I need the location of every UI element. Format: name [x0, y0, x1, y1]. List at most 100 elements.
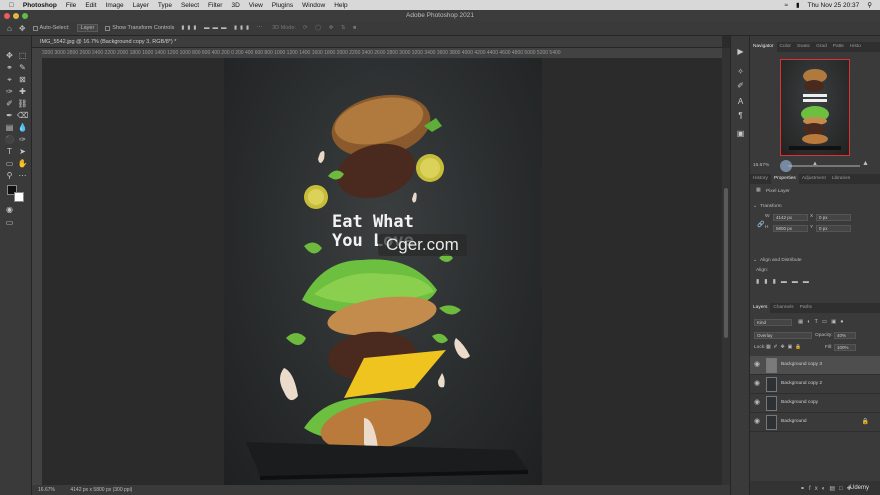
align-icons[interactable]: ▮▮▮ ▬▬▬ ▮▮▮ ⋯	[181, 25, 265, 31]
close-window-button[interactable]	[4, 13, 10, 19]
pen-icon[interactable]: ✑	[17, 134, 28, 145]
battery-icon[interactable]: ▮	[796, 1, 800, 9]
more-tools-icon[interactable]: ⋯	[17, 170, 28, 181]
lasso-icon[interactable]: ⚭	[4, 62, 15, 73]
layer-kind-filter[interactable]: Kind	[754, 319, 792, 326]
vertical-ruler[interactable]	[32, 48, 42, 485]
wifi-icon[interactable]: ≈	[784, 2, 788, 9]
hand-icon[interactable]: ✋	[17, 158, 28, 169]
marquee-icon[interactable]: ⬚	[17, 50, 28, 61]
quick-select-icon[interactable]: ✎	[17, 62, 28, 73]
tab-navigator[interactable]: Navigator	[750, 42, 777, 52]
link-icon[interactable]: 🔗	[757, 221, 764, 228]
eyedropper-icon[interactable]: ✑	[4, 86, 15, 97]
shape-icon[interactable]: ▭	[4, 158, 15, 169]
play-icon[interactable]: ▶	[735, 46, 746, 57]
layer-row[interactable]: ◉ Background copy	[750, 394, 880, 413]
blend-mode-dropdown[interactable]: Overlay	[754, 332, 812, 339]
menu-3d[interactable]: 3D	[231, 2, 239, 9]
quick-mask-icon[interactable]: ◉	[4, 204, 15, 215]
move-tool-icon[interactable]: ✥	[19, 24, 26, 33]
clock[interactable]: Thu Nov 25 20:37	[808, 2, 860, 9]
lock-icons[interactable]: ▦✐✥▣🔒	[766, 345, 804, 350]
gradient-icon[interactable]: ▤	[4, 122, 15, 133]
auto-select-checkbox[interactable]: Auto-Select:	[32, 25, 70, 31]
tab-channels[interactable]: Channels	[770, 303, 796, 313]
fill-field[interactable]: 100%	[834, 344, 856, 351]
apple-icon[interactable]: 	[9, 2, 14, 9]
visibility-eye-icon[interactable]: ◉	[754, 418, 762, 426]
document-tab[interactable]: IMG_5542.jpg @ 16.7% (Background copy 3,…	[32, 36, 722, 48]
zoom-status[interactable]: 16.67%	[38, 487, 55, 493]
x-field[interactable]: 0 px	[816, 214, 851, 221]
width-field[interactable]: 4142 px	[773, 214, 808, 221]
tab-swatches[interactable]: Swatc	[794, 42, 813, 52]
poster-image[interactable]: Eat What You Love	[224, 58, 542, 485]
menu-edit[interactable]: Edit	[85, 2, 96, 9]
lock-icon[interactable]: 🔒	[862, 418, 869, 425]
layer-row[interactable]: ◉ Background copy 3	[750, 356, 880, 375]
cube-icon[interactable]: ▣	[735, 128, 746, 139]
3d-icons[interactable]: ⟳ ◯ ✥ ⇅ ■	[303, 25, 359, 31]
scroll-thumb[interactable]	[724, 188, 728, 338]
auto-select-dropdown[interactable]: Layer	[76, 24, 99, 32]
brush-settings-icon[interactable]: ✐	[735, 80, 746, 91]
tab-gradients[interactable]: Grad	[813, 42, 830, 52]
layer-filter-icons[interactable]: ▦◐T▭▣●	[798, 319, 848, 325]
tab-libraries[interactable]: Libraries	[829, 174, 853, 184]
y-field[interactable]: 0 px	[816, 225, 851, 232]
menu-window[interactable]: Window	[302, 2, 325, 9]
tab-properties[interactable]: Properties	[770, 174, 799, 184]
tab-patterns[interactable]: Patte	[830, 42, 847, 52]
eraser-icon[interactable]: ⌫	[17, 110, 28, 121]
layer-row[interactable]: ◉ Background 🔒	[750, 413, 880, 432]
blur-icon[interactable]: 💧	[17, 122, 28, 133]
tab-color[interactable]: Color	[777, 42, 794, 52]
paragraph-icon[interactable]: ¶	[735, 110, 746, 121]
menu-filter[interactable]: Filter	[208, 2, 222, 9]
stamp-icon[interactable]: ⛓	[17, 98, 28, 109]
mountain-large-icon[interactable]: ▲	[862, 160, 869, 167]
menu-plugins[interactable]: Plugins	[272, 2, 293, 9]
transform-controls-checkbox[interactable]: Show Transform Controls	[105, 25, 174, 31]
align-buttons[interactable]: ▮▮▮▬▬▬	[756, 278, 814, 285]
path-select-icon[interactable]: ➤	[17, 146, 28, 157]
opacity-field[interactable]: 40%	[834, 332, 856, 339]
type-icon[interactable]: T	[4, 146, 15, 157]
visibility-eye-icon[interactable]: ◉	[754, 380, 762, 388]
menu-file[interactable]: File	[66, 2, 76, 9]
move-icon[interactable]: ✥	[4, 50, 15, 61]
home-icon[interactable]: ⌂	[7, 24, 12, 33]
mountain-small-icon[interactable]: ▲	[812, 161, 818, 167]
tab-paths[interactable]: Paths	[797, 303, 815, 313]
tab-layers[interactable]: Layers	[750, 303, 771, 313]
zoom-icon[interactable]: ⚲	[4, 170, 15, 181]
crop-icon[interactable]: ⌖	[4, 74, 15, 85]
horizontal-ruler[interactable]: 3200 3000 2800 2600 2400 2200 2000 1800 …	[42, 48, 722, 58]
tab-history[interactable]: History	[750, 174, 771, 184]
menu-layer[interactable]: Layer	[133, 2, 149, 9]
minimize-window-button[interactable]	[13, 13, 19, 19]
screen-mode-icon[interactable]: ▭	[4, 217, 15, 228]
navigator-zoom-slider[interactable]	[788, 165, 860, 167]
menu-help[interactable]: Help	[334, 2, 347, 9]
adjust-icon[interactable]: ✧	[735, 66, 746, 77]
visibility-eye-icon[interactable]: ◉	[754, 361, 762, 369]
height-field[interactable]: 5800 px	[773, 225, 808, 232]
search-icon[interactable]: ⚲	[867, 1, 872, 9]
visibility-eye-icon[interactable]: ◉	[754, 399, 762, 407]
navigator-zoom-value[interactable]: 16.67%	[753, 163, 769, 168]
character-icon[interactable]: A	[735, 96, 746, 107]
brush-icon[interactable]: ✐	[4, 98, 15, 109]
dodge-icon[interactable]: ⚫	[4, 134, 15, 145]
align-chevron-icon[interactable]: ⌄	[753, 258, 757, 263]
maximize-window-button[interactable]	[22, 13, 28, 19]
tab-adjustments[interactable]: Adjustment	[799, 174, 829, 184]
menu-type[interactable]: Type	[158, 2, 172, 9]
transform-chevron-icon[interactable]: ⌄	[753, 204, 757, 209]
healing-icon[interactable]: ✚	[17, 86, 28, 97]
menu-image[interactable]: Image	[106, 2, 124, 9]
vertical-scrollbar[interactable]	[722, 48, 730, 485]
layer-row[interactable]: ◉ Background copy 2	[750, 375, 880, 394]
history-brush-icon[interactable]: ✒	[4, 110, 15, 121]
